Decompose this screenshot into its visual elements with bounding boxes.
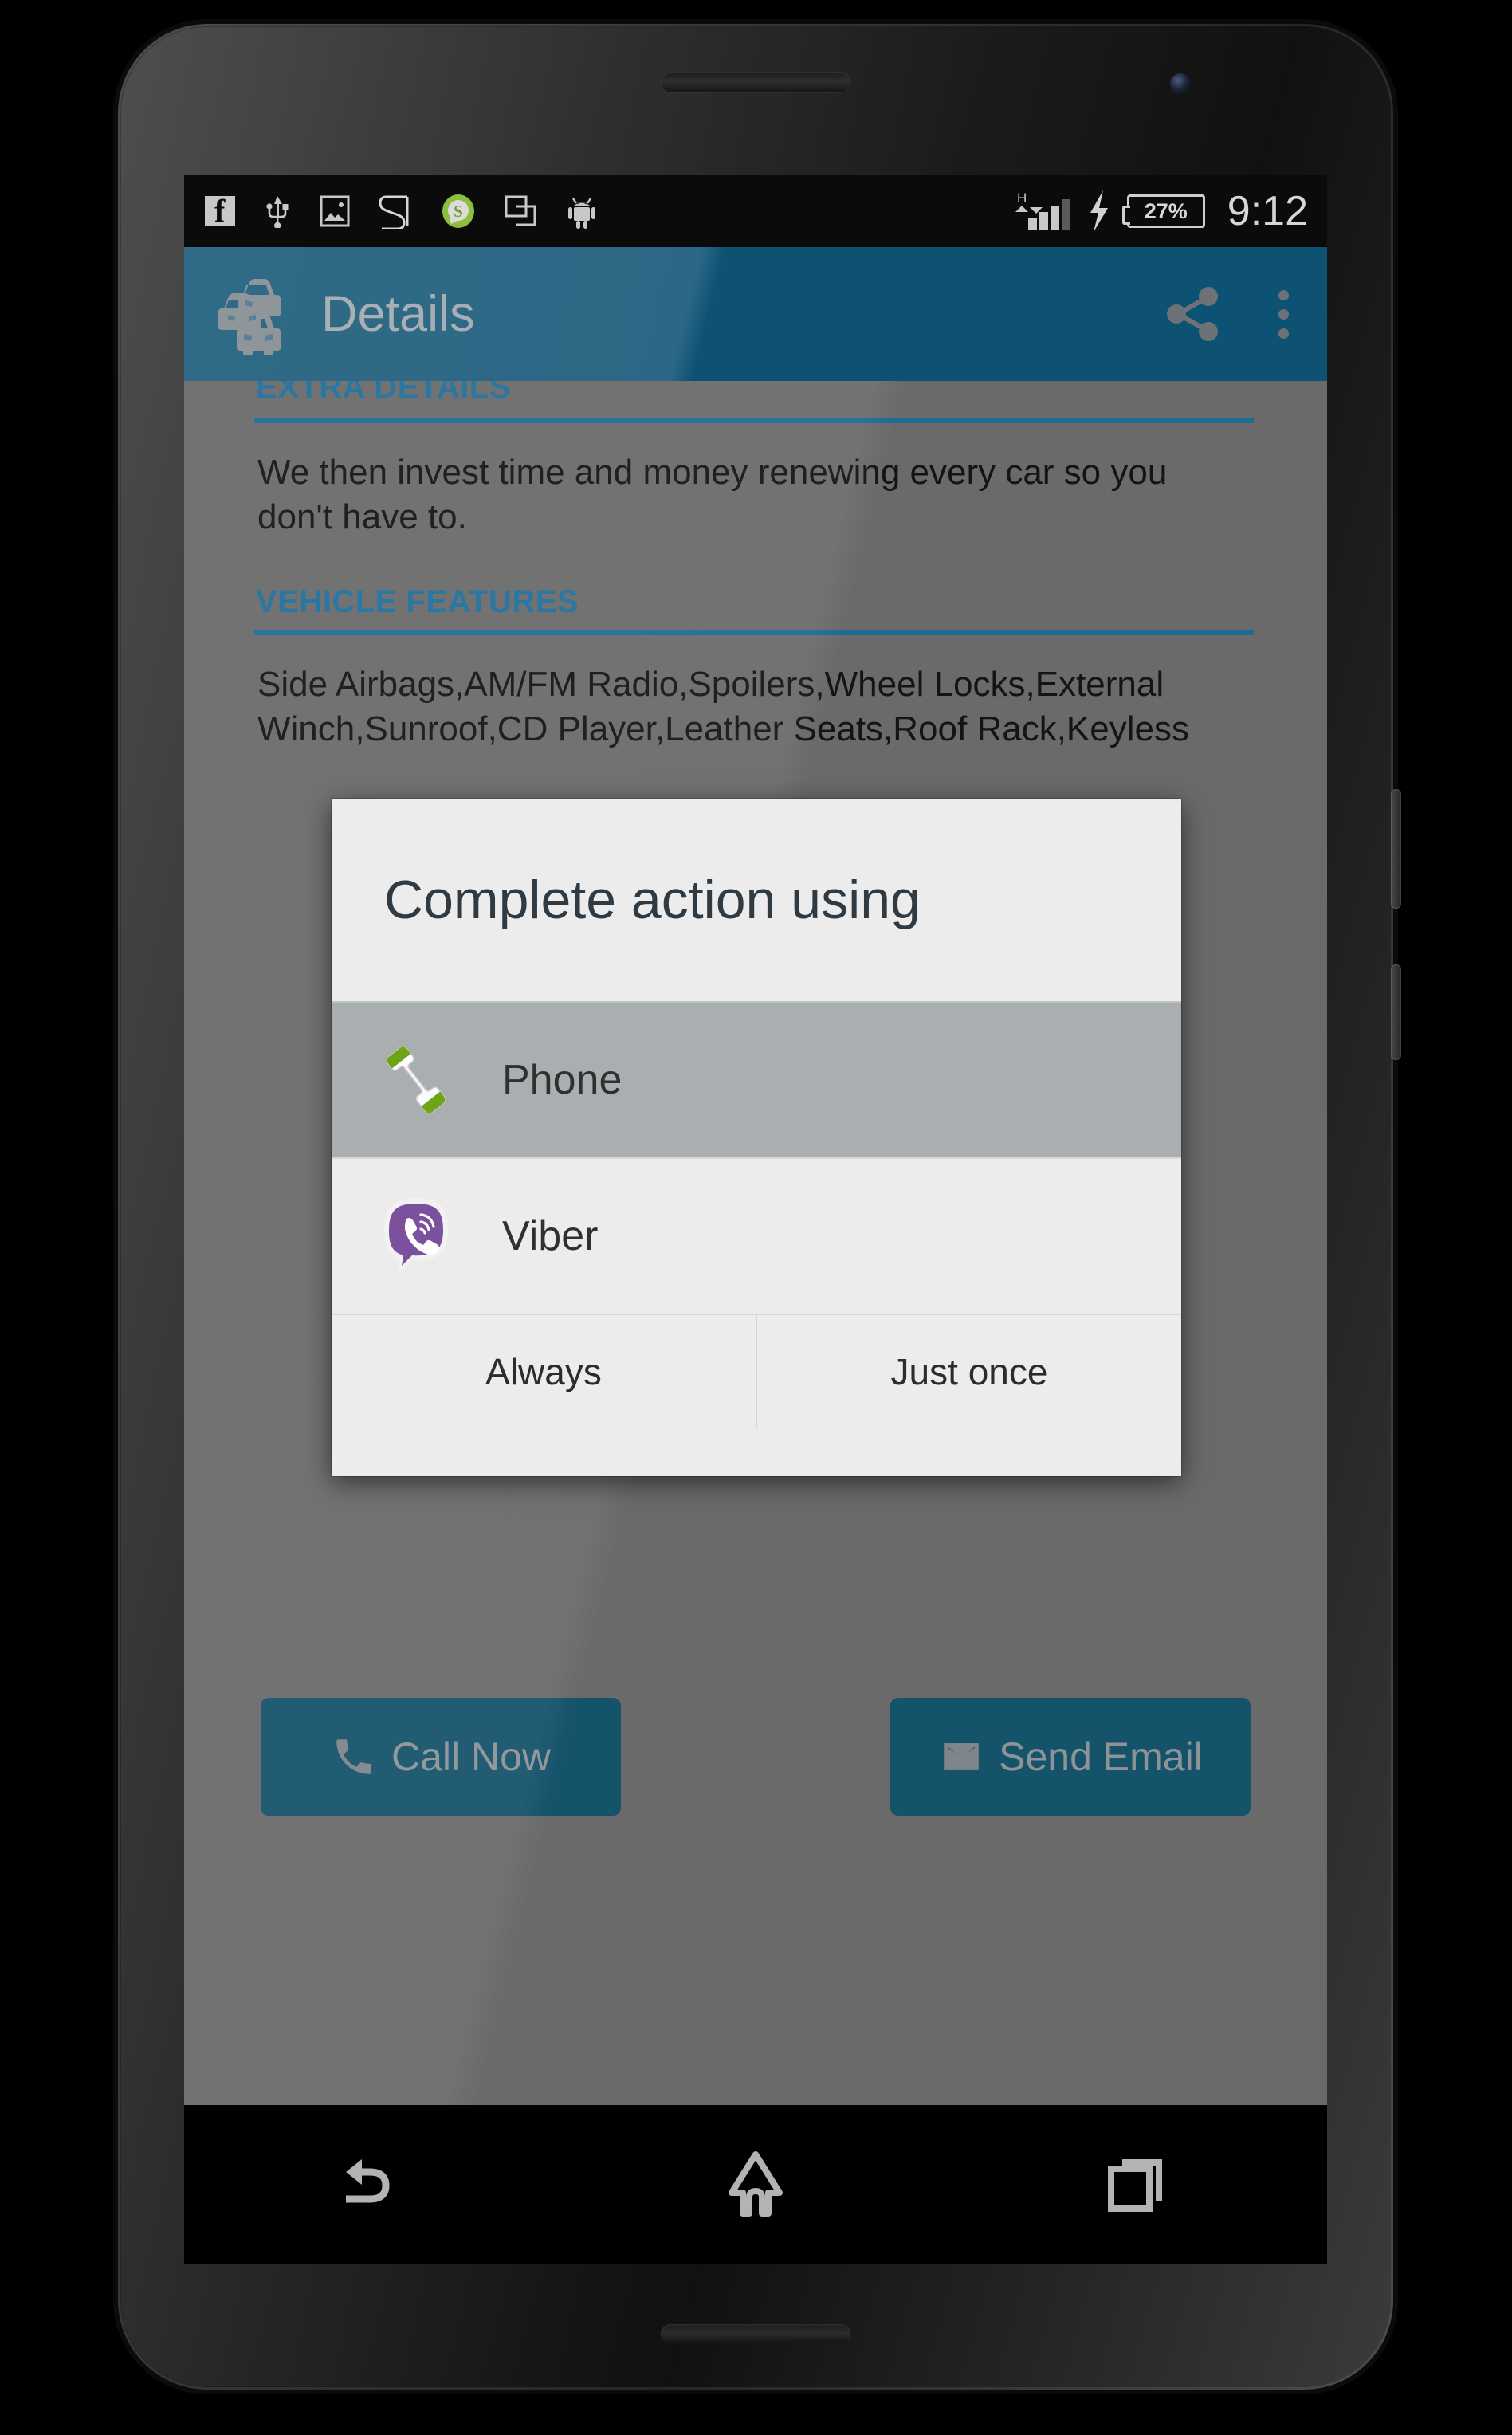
- vehicle-features-heading: VEHICLE FEATURES: [256, 583, 579, 619]
- contact-button-row: Call Now Send Email: [184, 1698, 1327, 1816]
- phone-device: S: [118, 24, 1401, 2390]
- signal-icon: H: [1015, 190, 1070, 230]
- network-type-label: H: [1017, 190, 1027, 206]
- clock-label: 9:12: [1227, 188, 1308, 234]
- status-bar: S: [184, 175, 1327, 247]
- phone-icon: [336, 1739, 371, 1774]
- earpiece-speaker: [661, 72, 850, 92]
- svg-text:S: S: [454, 202, 463, 221]
- call-now-button[interactable]: Call Now: [261, 1698, 621, 1816]
- call-now-label: Call Now: [391, 1734, 552, 1779]
- phone-handset-icon: [386, 1046, 446, 1114]
- phone-screen: S: [184, 175, 1327, 2105]
- recents-icon[interactable]: [1100, 2148, 1173, 2221]
- front-camera: [1170, 73, 1191, 94]
- overflow-menu-icon[interactable]: [1278, 289, 1289, 339]
- dialog-title: Complete action using: [384, 870, 921, 930]
- android-icon: [568, 198, 595, 229]
- facebook-icon: [205, 192, 235, 230]
- viber-icon: [384, 1198, 448, 1273]
- section-divider: [254, 418, 1254, 423]
- photo-icon: [320, 195, 350, 227]
- navigation-bar: [184, 2105, 1327, 2264]
- charging-bolt-icon: [1090, 190, 1108, 232]
- dialog-option-viber[interactable]: Viber: [332, 1157, 1181, 1314]
- dialog-button-row: Always Just once: [332, 1314, 1181, 1428]
- extra-details-section-header: EXTRA DETAILS: [184, 381, 1327, 418]
- screenshot-icon: [505, 195, 536, 226]
- envelope-icon: [944, 1743, 979, 1770]
- bottom-speaker: [661, 2324, 850, 2343]
- back-icon[interactable]: [338, 2148, 411, 2221]
- send-email-label: Send Email: [999, 1734, 1203, 1779]
- just-once-label: Just once: [890, 1351, 1048, 1392]
- s-note-icon: [379, 195, 409, 229]
- send-email-button[interactable]: Send Email: [890, 1698, 1251, 1816]
- just-once-button[interactable]: Just once: [756, 1315, 1181, 1428]
- complete-action-dialog: Complete action using Phone Viber Always…: [332, 799, 1181, 1476]
- dialog-option-phone[interactable]: Phone: [332, 1001, 1181, 1157]
- power-button[interactable]: [1391, 789, 1401, 909]
- status-bar-notification-icons: S: [205, 192, 597, 230]
- usb-icon: [266, 196, 289, 228]
- status-bar-system-icons: H 27% 9:12: [1012, 187, 1308, 235]
- dialog-option-label: Viber: [502, 1213, 599, 1259]
- dialog-option-label: Phone: [502, 1057, 622, 1103]
- cars-logo: [218, 279, 281, 355]
- action-bar-actions: [1164, 285, 1303, 344]
- action-bar: Details: [184, 247, 1327, 381]
- home-icon[interactable]: [719, 2148, 792, 2221]
- page-title: Details: [321, 286, 475, 342]
- vehicle-features-body: Side Airbags,AM/FM Radio,Spoilers,Wheel …: [257, 664, 1189, 748]
- section-heading: EXTRA DETAILS: [256, 381, 511, 405]
- s-health-icon: S: [442, 194, 474, 228]
- volume-button[interactable]: [1391, 964, 1401, 1060]
- battery-indicator: 27%: [1121, 194, 1205, 228]
- battery-percent-label: 27%: [1144, 198, 1188, 223]
- always-button[interactable]: Always: [332, 1315, 756, 1428]
- section-divider: [254, 629, 1254, 635]
- extra-details-body: We then invest time and money renewing e…: [257, 453, 1168, 536]
- share-icon[interactable]: [1164, 285, 1223, 344]
- always-label: Always: [485, 1351, 602, 1392]
